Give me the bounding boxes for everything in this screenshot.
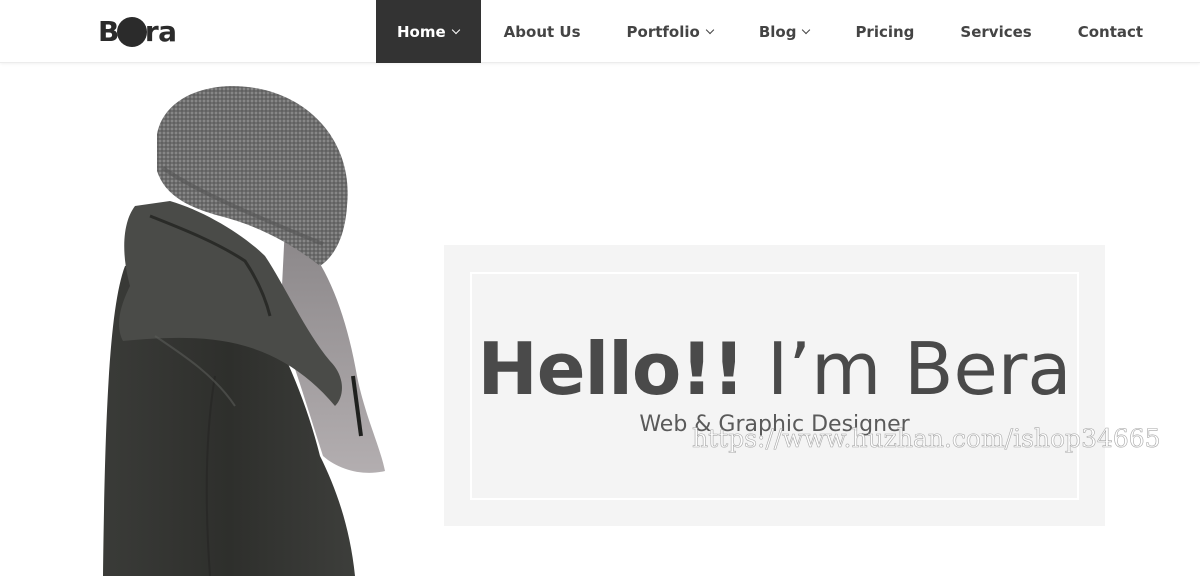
logo-text-start: B xyxy=(98,14,119,48)
nav-item-portfolio[interactable]: Portfolio xyxy=(604,0,736,63)
nav-item-blog[interactable]: Blog xyxy=(736,0,833,63)
chevron-down-icon xyxy=(451,25,460,34)
nav-item-pricing[interactable]: Pricing xyxy=(832,0,937,63)
hero-portrait-image xyxy=(103,86,385,576)
nav-item-label: Portfolio xyxy=(626,22,700,41)
logo-mark-icon xyxy=(116,17,147,47)
main-nav: Home About Us Portfolio Blog Pricing Ser… xyxy=(376,0,1166,63)
hero-card-border: Hello!! I’m Bera Web & Graphic Designer xyxy=(470,272,1079,500)
site-logo[interactable]: B ra xyxy=(98,13,177,49)
nav-item-label: Home xyxy=(397,22,446,41)
nav-item-label: Blog xyxy=(758,22,797,41)
hero-heading: Hello!! I’m Bera xyxy=(472,326,1077,412)
nav-item-about-us[interactable]: About Us xyxy=(481,0,604,63)
nav-item-services[interactable]: Services xyxy=(937,0,1054,63)
nav-item-label: Contact xyxy=(1077,22,1144,41)
chevron-down-icon xyxy=(705,25,715,34)
hero-greeting: Hello!! xyxy=(477,327,745,411)
hero-name: I’m Bera xyxy=(744,327,1072,411)
site-header: B ra Home About Us Portfolio Blog Pricin… xyxy=(0,0,1200,63)
nav-item-label: About Us xyxy=(503,22,581,41)
chevron-down-icon xyxy=(802,25,811,34)
hero-card: Hello!! I’m Bera Web & Graphic Designer xyxy=(444,245,1105,526)
logo-text-end: ra xyxy=(144,14,177,48)
nav-item-home[interactable]: Home xyxy=(376,0,481,63)
watermark-text: https://www.huzhan.com/ishop34665 xyxy=(692,424,1161,454)
nav-item-label: Services xyxy=(960,22,1032,41)
nav-item-label: Pricing xyxy=(855,22,915,41)
nav-item-contact[interactable]: Contact xyxy=(1055,0,1166,63)
